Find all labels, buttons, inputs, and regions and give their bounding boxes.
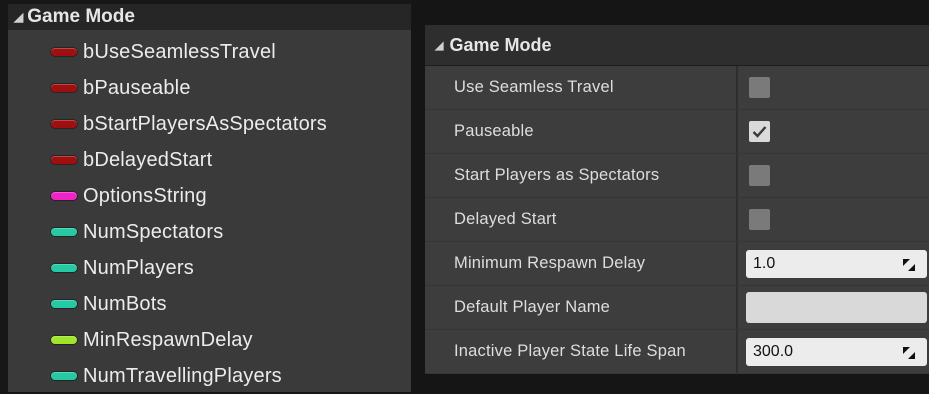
property-checkbox[interactable]: [749, 165, 770, 186]
details-rows: Use Seamless Travel Pauseable Start Player…: [425, 66, 929, 374]
text-input[interactable]: [746, 292, 927, 323]
property-label: Default Player Name: [454, 298, 611, 316]
property-label: Start Players as Spectators: [454, 166, 660, 184]
variable-name: MinRespawnDelay: [83, 328, 253, 351]
column-splitter[interactable]: [736, 242, 738, 285]
property-label: Pauseable: [454, 122, 534, 140]
variable-name: bUseSeamlessTravel: [83, 40, 276, 63]
variable-type-pill-icon: [51, 300, 77, 308]
numeric-drag-icon[interactable]: [903, 346, 915, 359]
variable-item[interactable]: bPauseable: [8, 70, 411, 106]
variable-type-pill-icon: [51, 84, 77, 92]
property-row: Delayed Start: [425, 198, 929, 242]
variable-name: NumBots: [83, 292, 167, 315]
property-row: Inactive Player State Life Span 300.0: [425, 330, 929, 374]
column-splitter[interactable]: [736, 110, 738, 153]
variable-name: NumPlayers: [83, 256, 194, 279]
variable-name: OptionsString: [83, 184, 207, 207]
variable-name: NumSpectators: [83, 220, 224, 243]
variable-item[interactable]: bUseSeamlessTravel: [8, 34, 411, 70]
column-splitter[interactable]: [736, 66, 738, 109]
numeric-drag-icon[interactable]: [903, 258, 915, 271]
variable-item[interactable]: NumSpectators: [8, 214, 411, 250]
variable-type-pill-icon: [51, 372, 77, 380]
variable-item[interactable]: MinRespawnDelay: [8, 322, 411, 358]
property-row: Minimum Respawn Delay 1.0: [425, 242, 929, 286]
column-splitter[interactable]: [736, 154, 738, 197]
variable-type-pill-icon: [51, 264, 77, 272]
variables-category-header[interactable]: ◢ Game Mode: [8, 4, 411, 30]
variables-panel: ◢ Game Mode bUseSeamlessTravel bPauseable…: [0, 0, 411, 392]
property-label: Use Seamless Travel: [454, 78, 614, 96]
variable-name: bDelayedStart: [83, 148, 213, 171]
property-label: Minimum Respawn Delay: [454, 254, 646, 272]
variable-name: bStartPlayersAsSpectators: [83, 112, 327, 135]
property-row: Use Seamless Travel: [425, 66, 929, 110]
property-row: Pauseable: [425, 110, 929, 154]
property-checkbox[interactable]: [749, 209, 770, 230]
details-category-title: Game Mode: [449, 34, 552, 55]
variable-item[interactable]: bDelayedStart: [8, 142, 411, 178]
column-splitter[interactable]: [736, 198, 738, 241]
collapse-triangle-icon[interactable]: ◢: [14, 10, 23, 24]
variables-list: bUseSeamlessTravel bPauseable bStartPlayer…: [8, 34, 411, 394]
variable-item[interactable]: NumTravellingPlayers: [8, 358, 411, 394]
details-panel: ◢ Game Mode Use Seamless Travel Pauseable…: [425, 25, 929, 374]
category-title: Game Mode: [27, 6, 135, 27]
variable-name: NumTravellingPlayers: [83, 364, 282, 387]
variable-item[interactable]: bStartPlayersAsSpectators: [8, 106, 411, 142]
variable-type-pill-icon: [51, 120, 77, 128]
property-checkbox[interactable]: [749, 121, 770, 142]
variable-type-pill-icon: [51, 192, 77, 200]
collapse-triangle-icon[interactable]: ◢: [435, 39, 443, 52]
numeric-input[interactable]: 1.0: [746, 250, 927, 278]
details-category-header[interactable]: ◢ Game Mode: [425, 25, 929, 66]
property-label: Inactive Player State Life Span: [454, 342, 686, 360]
property-label: Delayed Start: [454, 210, 557, 228]
column-splitter[interactable]: [736, 286, 738, 329]
variable-item[interactable]: NumBots: [8, 286, 411, 322]
variables-list-container: bUseSeamlessTravel bPauseable bStartPlayer…: [8, 30, 411, 392]
numeric-value: 1.0: [753, 255, 776, 272]
variable-type-pill-icon: [51, 48, 77, 56]
numeric-value: 300.0: [753, 343, 794, 360]
variable-type-pill-icon: [51, 228, 77, 236]
column-splitter[interactable]: [736, 330, 738, 373]
variable-item[interactable]: OptionsString: [8, 178, 411, 214]
variable-item[interactable]: NumPlayers: [8, 250, 411, 286]
property-row: Start Players as Spectators: [425, 154, 929, 198]
checkmark-icon: [752, 126, 767, 138]
property-row: Default Player Name: [425, 286, 929, 330]
numeric-input[interactable]: 300.0: [746, 338, 927, 366]
variable-name: bPauseable: [83, 76, 191, 99]
variable-type-pill-icon: [51, 156, 77, 164]
property-checkbox[interactable]: [749, 77, 770, 98]
variable-type-pill-icon: [51, 336, 77, 344]
